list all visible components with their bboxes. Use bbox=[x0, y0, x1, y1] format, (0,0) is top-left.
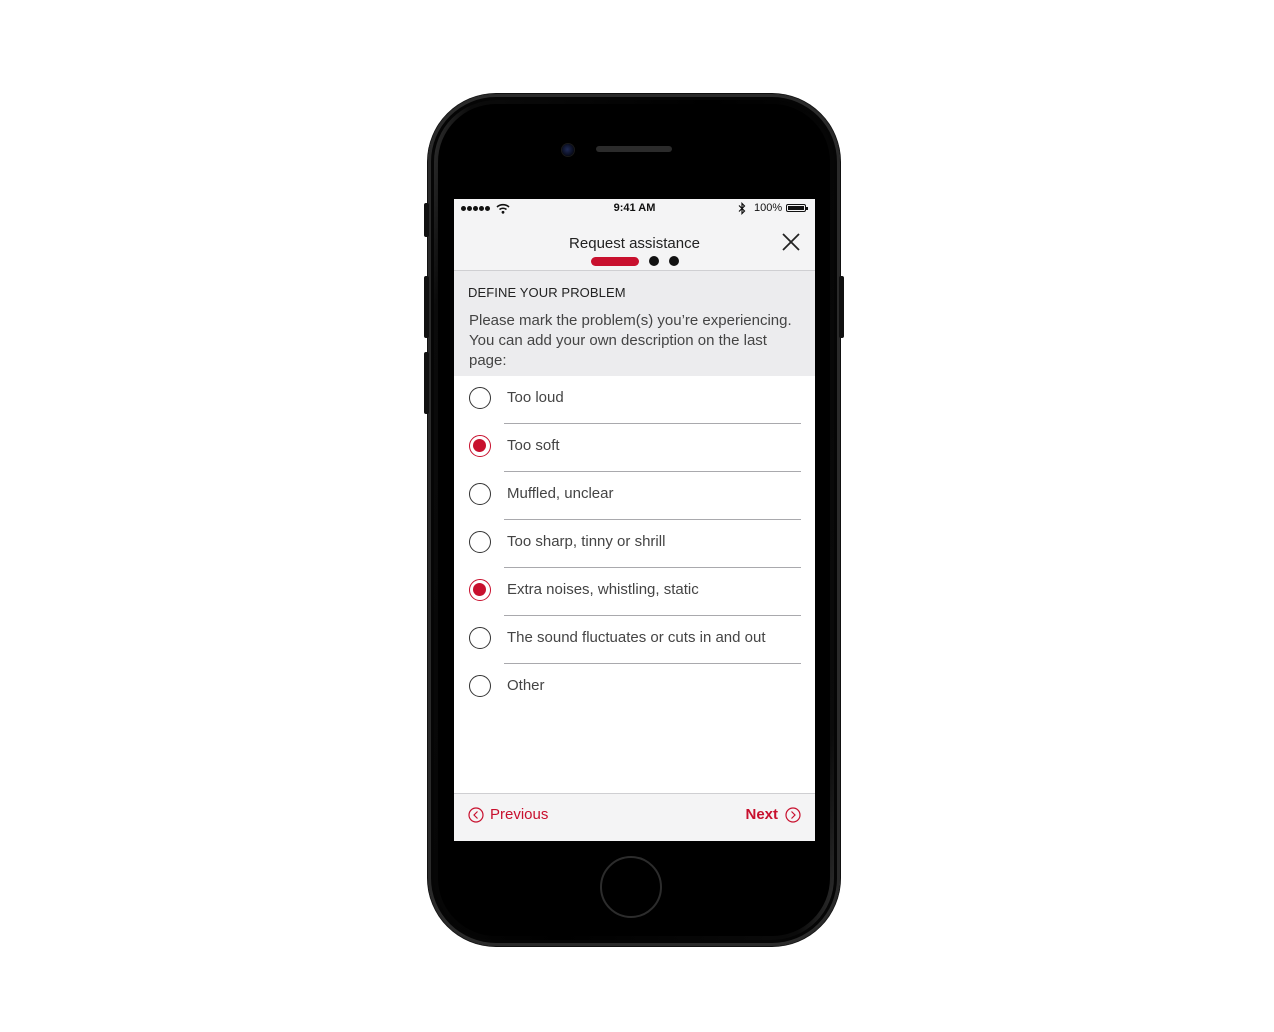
radio-unchecked-icon[interactable] bbox=[469, 531, 491, 553]
chevron-right-circle-icon bbox=[785, 806, 801, 823]
previous-button[interactable]: Previous bbox=[468, 806, 548, 823]
problem-option-label: Muffled, unclear bbox=[507, 485, 614, 502]
problem-options-list: Too loud Too soft Muffled, unclear Too shar… bbox=[454, 376, 815, 712]
radio-checked-icon[interactable] bbox=[469, 579, 491, 601]
progress-step-active bbox=[591, 256, 639, 266]
problem-option[interactable]: The sound fluctuates or cuts in and out bbox=[454, 616, 815, 664]
power-button bbox=[839, 276, 844, 338]
problem-option[interactable]: Too soft bbox=[454, 424, 815, 472]
home-button[interactable] bbox=[600, 856, 662, 918]
problem-option[interactable]: Muffled, unclear bbox=[454, 472, 815, 520]
step-progress-indicator bbox=[591, 256, 679, 266]
battery-percent: 100% bbox=[754, 202, 783, 214]
radio-checked-icon[interactable] bbox=[469, 435, 491, 457]
progress-step bbox=[669, 256, 679, 266]
volume-down-button bbox=[424, 352, 429, 414]
bluetooth-icon bbox=[738, 202, 746, 215]
close-icon[interactable] bbox=[781, 232, 801, 252]
progress-step bbox=[649, 256, 659, 266]
problem-option[interactable]: Too loud bbox=[454, 376, 815, 424]
problem-option-label: Too loud bbox=[507, 389, 564, 406]
problem-option-label: Extra noises, whistling, static bbox=[507, 581, 699, 598]
radio-unchecked-icon[interactable] bbox=[469, 387, 491, 409]
mute-switch bbox=[424, 203, 429, 237]
footer-nav: Previous Next bbox=[454, 793, 815, 841]
app-screen: 9:41 AM 100% Request assistance DEFINE Y… bbox=[454, 199, 815, 841]
problem-option-label: Other bbox=[507, 677, 545, 694]
radio-unchecked-icon[interactable] bbox=[469, 483, 491, 505]
problem-option[interactable]: Too sharp, tinny or shrill bbox=[454, 520, 815, 568]
front-camera bbox=[562, 144, 574, 156]
section-description: Please mark the problem(s) you’re experi… bbox=[469, 312, 792, 369]
nav-header: Request assistance bbox=[454, 219, 815, 271]
earpiece-speaker bbox=[596, 146, 672, 152]
intro-section: DEFINE YOUR PROBLEM Please mark the prob… bbox=[454, 271, 815, 376]
radio-unchecked-icon[interactable] bbox=[469, 675, 491, 697]
next-label: Next bbox=[745, 806, 778, 823]
problem-option[interactable]: Extra noises, whistling, static bbox=[454, 568, 815, 616]
page-title: Request assistance bbox=[569, 235, 700, 252]
problem-option-label: Too soft bbox=[507, 437, 560, 454]
problem-option-label: The sound fluctuates or cuts in and out bbox=[507, 629, 766, 646]
radio-unchecked-icon[interactable] bbox=[469, 627, 491, 649]
problem-option[interactable]: Other bbox=[454, 664, 815, 712]
next-button[interactable]: Next bbox=[745, 806, 801, 823]
previous-label: Previous bbox=[490, 806, 549, 823]
section-heading: DEFINE YOUR PROBLEM bbox=[468, 285, 626, 300]
problem-option-label: Too sharp, tinny or shrill bbox=[507, 533, 666, 550]
battery-icon bbox=[786, 204, 808, 212]
status-bar: 9:41 AM 100% bbox=[454, 199, 815, 219]
volume-up-button bbox=[424, 276, 429, 338]
chevron-left-circle-icon bbox=[468, 806, 484, 823]
